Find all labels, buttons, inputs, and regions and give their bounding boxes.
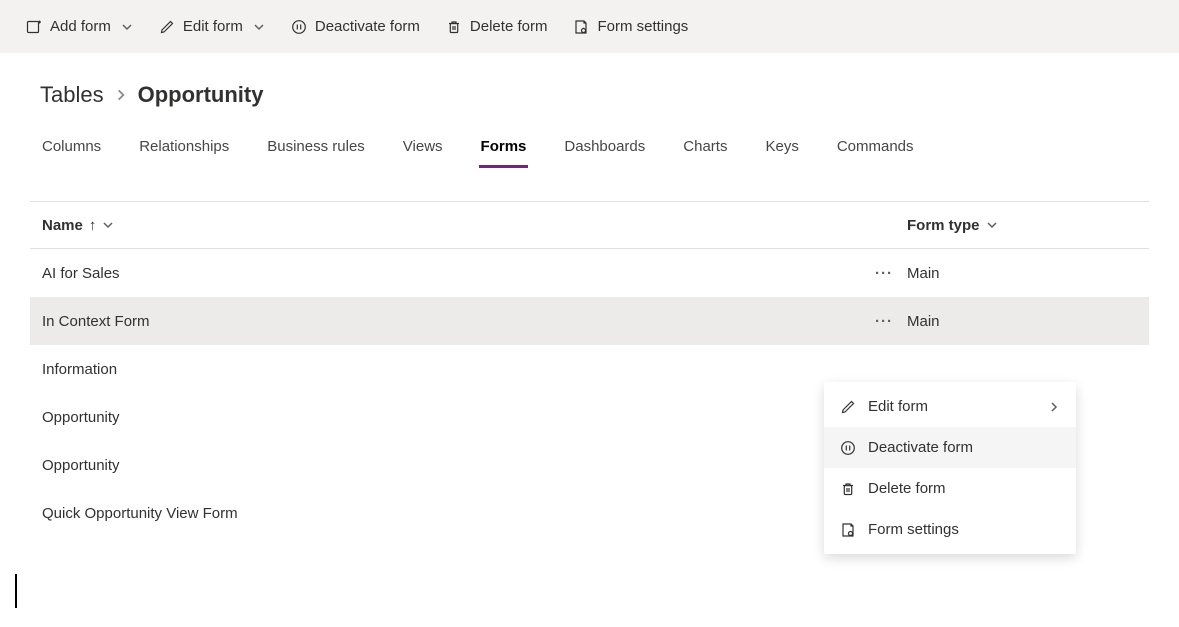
row-actions-button[interactable]: ··· xyxy=(861,265,907,282)
add-form-button[interactable]: Add form xyxy=(22,12,137,41)
add-form-label: Add form xyxy=(50,18,111,35)
menu-item-edit-form[interactable]: Edit form xyxy=(824,386,1076,427)
entity-tabs: Columns Relationships Business rules Views F… xyxy=(0,108,1179,169)
text-caret xyxy=(15,574,17,608)
table-row[interactable]: In Context Form···Main xyxy=(30,297,1149,345)
deactivate-form-label: Deactivate form xyxy=(315,18,420,35)
form-settings-button[interactable]: Form settings xyxy=(569,12,692,41)
column-header-formtype-label: Form type xyxy=(907,217,980,234)
menu-item-deactivate-form[interactable]: Deactivate form xyxy=(824,427,1076,468)
tab-charts[interactable]: Charts xyxy=(681,130,729,168)
tab-keys[interactable]: Keys xyxy=(763,130,800,168)
edit-form-button[interactable]: Edit form xyxy=(155,12,269,41)
cell-formtype: Main xyxy=(907,313,1137,330)
column-header-name-label: Name xyxy=(42,217,83,234)
tab-dashboards[interactable]: Dashboards xyxy=(562,130,647,168)
cell-name: AI for Sales xyxy=(42,265,861,282)
edit-form-label: Edit form xyxy=(183,18,243,35)
column-header-name[interactable]: Name ↑ xyxy=(42,217,907,234)
form-settings-icon xyxy=(840,522,856,538)
menu-item-form-settings[interactable]: Form settings xyxy=(824,509,1076,550)
tab-forms[interactable]: Forms xyxy=(479,130,529,168)
delete-form-label: Delete form xyxy=(470,18,548,35)
form-settings-label: Form settings xyxy=(597,18,688,35)
cell-name: Opportunity xyxy=(42,457,861,474)
table-header: Name ↑ Form type xyxy=(30,201,1149,249)
cell-name: Opportunity xyxy=(42,409,861,426)
column-header-formtype[interactable]: Form type xyxy=(907,217,1137,234)
menu-item-label: Delete form xyxy=(868,480,946,497)
chevron-right-icon xyxy=(114,88,128,102)
add-form-icon xyxy=(26,19,42,35)
tab-columns[interactable]: Columns xyxy=(40,130,103,168)
breadcrumb: Tables Opportunity xyxy=(0,54,1179,108)
chevron-down-icon xyxy=(253,21,265,33)
chevron-down-icon xyxy=(121,21,133,33)
chevron-down-icon xyxy=(102,219,114,231)
row-actions-button[interactable]: ··· xyxy=(861,313,907,330)
row-context-menu: Edit form Deactivate form Delete form Form … xyxy=(824,382,1076,554)
cell-name: In Context Form xyxy=(42,313,861,330)
tab-business-rules[interactable]: Business rules xyxy=(265,130,367,168)
tab-commands[interactable]: Commands xyxy=(835,130,916,168)
tab-views[interactable]: Views xyxy=(401,130,445,168)
menu-item-delete-form[interactable]: Delete form xyxy=(824,468,1076,509)
delete-form-button[interactable]: Delete form xyxy=(442,12,552,41)
chevron-down-icon xyxy=(986,219,998,231)
table-row[interactable]: AI for Sales···Main xyxy=(30,249,1149,297)
trash-icon xyxy=(446,19,462,35)
tab-relationships[interactable]: Relationships xyxy=(137,130,231,168)
menu-item-label: Deactivate form xyxy=(868,439,973,456)
edit-icon xyxy=(159,19,175,35)
cell-name: Quick Opportunity View Form xyxy=(42,505,861,522)
menu-item-label: Edit form xyxy=(868,398,928,415)
chevron-right-icon xyxy=(1048,401,1060,413)
edit-icon xyxy=(840,399,856,415)
menu-item-label: Form settings xyxy=(868,521,959,538)
deactivate-form-button[interactable]: Deactivate form xyxy=(287,12,424,41)
breadcrumb-current: Opportunity xyxy=(138,82,264,108)
breadcrumb-root[interactable]: Tables xyxy=(40,82,104,108)
trash-icon xyxy=(840,481,856,497)
cell-name: Information xyxy=(42,361,861,378)
pause-circle-icon xyxy=(840,440,856,456)
cell-formtype: Main xyxy=(907,265,1137,282)
sort-asc-icon: ↑ xyxy=(89,217,97,234)
pause-circle-icon xyxy=(291,19,307,35)
form-settings-icon xyxy=(573,19,589,35)
command-bar: Add form Edit form Deactivate form xyxy=(0,0,1179,54)
